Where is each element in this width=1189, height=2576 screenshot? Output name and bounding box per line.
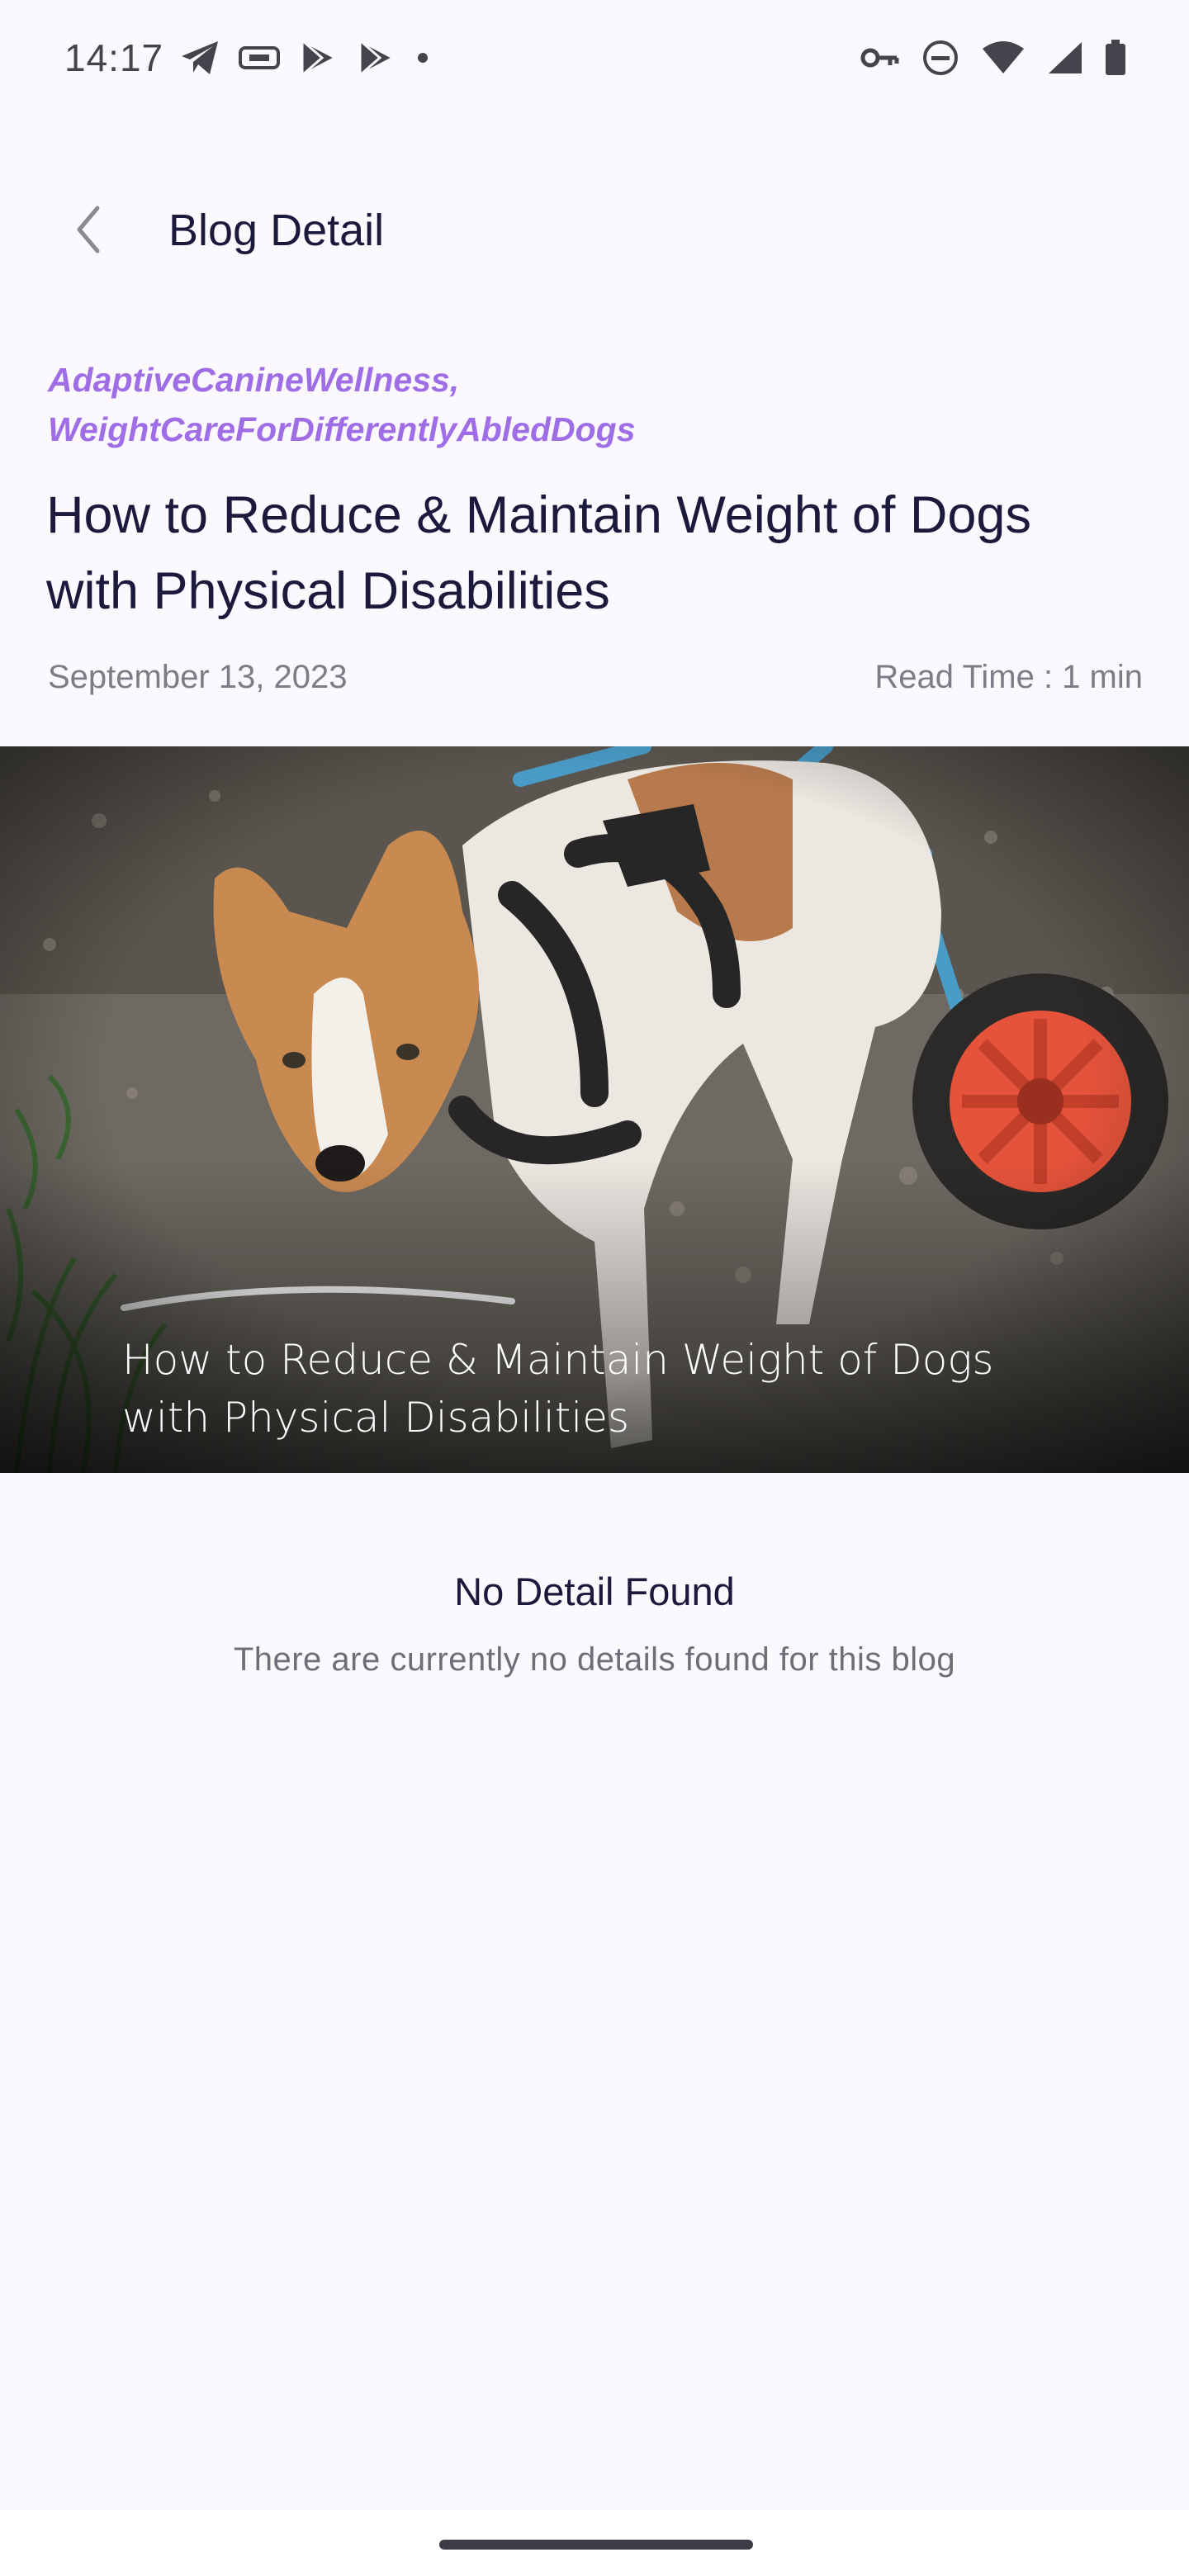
- app-bar: Blog Detail: [0, 173, 1189, 289]
- hero-caption: How to Reduce & Maintain Weight of Dogs …: [122, 1331, 1113, 1447]
- blog-meta: September 13, 2023 Read Time : 1 min: [48, 652, 1143, 702]
- back-button[interactable]: [51, 195, 124, 268]
- chevron-left-icon: [71, 203, 104, 260]
- dot-icon: [414, 50, 431, 66]
- blog-tags: AdaptiveCanineWellness, WeightCareForDif…: [48, 355, 1121, 454]
- battery-icon: [1105, 40, 1126, 76]
- status-time: 14:17: [64, 36, 164, 79]
- do-not-disturb-icon: [921, 39, 959, 77]
- play-store-icon: [357, 39, 396, 77]
- play-store-icon: [299, 39, 339, 77]
- notification-icons: [180, 39, 431, 77]
- home-indicator[interactable]: [439, 2540, 753, 2550]
- blog-detail-screen: 14:17 Blog Detail AdaptiveCanineWellness…: [0, 0, 1189, 2576]
- empty-state-subtitle: There are currently no details found for…: [233, 1641, 956, 1678]
- hero-caption-line: with Physical Disabilities: [122, 1394, 630, 1442]
- blog-tag[interactable]: WeightCareForDifferentlyAbledDogs: [48, 405, 1121, 454]
- status-bar: 14:17: [0, 0, 1189, 116]
- read-time: Read Time : 1 min: [874, 658, 1143, 695]
- wifi-icon: [981, 40, 1026, 75]
- signal-icon: [1047, 40, 1083, 75]
- system-icons: [860, 39, 1126, 77]
- system-navigation-bar: [0, 2510, 1189, 2576]
- blog-hero-image: How to Reduce & Maintain Weight of Dogs …: [0, 746, 1189, 1473]
- telegram-icon: [180, 40, 220, 76]
- tag-icon: [238, 44, 281, 72]
- hero-caption-line: How to Reduce & Maintain Weight of Dogs: [122, 1336, 994, 1384]
- empty-state-title: No Detail Found: [454, 1570, 735, 1613]
- page-title: Blog Detail: [168, 206, 385, 255]
- blog-tag[interactable]: AdaptiveCanineWellness,: [48, 355, 1121, 405]
- vpn-key-icon: [860, 45, 900, 70]
- blog-title: How to Reduce & Maintain Weight of Dogs …: [46, 486, 1031, 620]
- blog-date: September 13, 2023: [48, 658, 348, 695]
